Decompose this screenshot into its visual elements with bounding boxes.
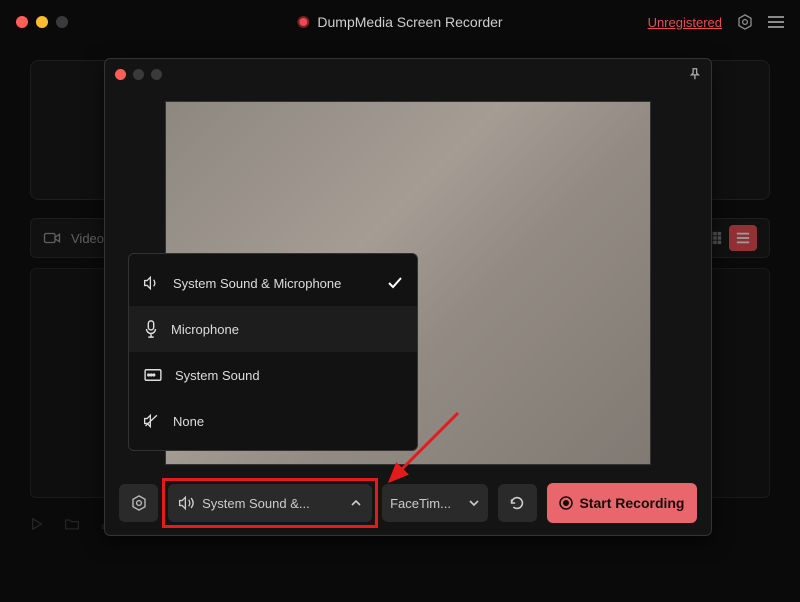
check-icon <box>387 276 403 290</box>
panel-min-dot[interactable] <box>133 69 144 80</box>
dropdown-label: System Sound & Microphone <box>173 276 341 291</box>
panel-footer: System Sound &... FaceTim... Start Recor… <box>105 483 711 523</box>
panel-max-dot[interactable] <box>151 69 162 80</box>
speaker-muted-icon <box>143 413 161 429</box>
dropdown-label: None <box>173 414 204 429</box>
dropdown-item-system-sound[interactable]: System Sound <box>129 352 417 398</box>
gear-icon <box>130 494 148 512</box>
dropdown-item-none[interactable]: None <box>129 398 417 444</box>
list-view-button[interactable] <box>729 225 757 251</box>
video-icon <box>43 231 61 245</box>
app-title: DumpMedia Screen Recorder <box>297 14 502 30</box>
dropdown-item-microphone[interactable]: Microphone <box>129 306 417 352</box>
settings-icon[interactable] <box>736 13 754 31</box>
system-sound-icon <box>143 368 163 382</box>
reset-button[interactable] <box>498 484 537 522</box>
panel-header <box>105 59 711 89</box>
audio-selected-label: System Sound &... <box>202 496 310 511</box>
undo-icon <box>508 494 526 512</box>
start-label: Start Recording <box>579 495 684 511</box>
close-dot[interactable] <box>16 16 28 28</box>
dropdown-label: System Sound <box>175 368 260 383</box>
chevron-down-icon <box>468 497 480 509</box>
menu-icon[interactable] <box>768 16 784 28</box>
microphone-icon <box>143 320 159 338</box>
chevron-up-icon <box>350 497 362 509</box>
pin-icon[interactable] <box>687 67 701 81</box>
minimize-dot[interactable] <box>36 16 48 28</box>
traffic-lights <box>16 16 68 28</box>
dropdown-label: Microphone <box>171 322 239 337</box>
camera-selected-label: FaceTim... <box>390 496 451 511</box>
panel-settings-button[interactable] <box>119 484 158 522</box>
audio-source-selector[interactable]: System Sound &... <box>168 484 372 522</box>
speaker-icon <box>178 495 196 511</box>
dropdown-item-system-and-mic[interactable]: System Sound & Microphone <box>129 260 417 306</box>
titlebar: DumpMedia Screen Recorder Unregistered <box>0 0 800 44</box>
panel-close-dot[interactable] <box>115 69 126 80</box>
audio-source-dropdown: System Sound & Microphone Microphone Sys… <box>128 253 418 451</box>
folder-icon[interactable] <box>64 517 80 531</box>
title-text: DumpMedia Screen Recorder <box>317 14 502 30</box>
start-recording-button[interactable]: Start Recording <box>547 483 697 523</box>
record-icon <box>297 16 309 28</box>
maximize-dot[interactable] <box>56 16 68 28</box>
unregistered-link[interactable]: Unregistered <box>648 15 722 30</box>
camera-source-selector[interactable]: FaceTim... <box>382 484 488 522</box>
record-icon <box>559 496 573 510</box>
speaker-icon <box>143 275 161 291</box>
play-icon[interactable] <box>30 517 44 531</box>
